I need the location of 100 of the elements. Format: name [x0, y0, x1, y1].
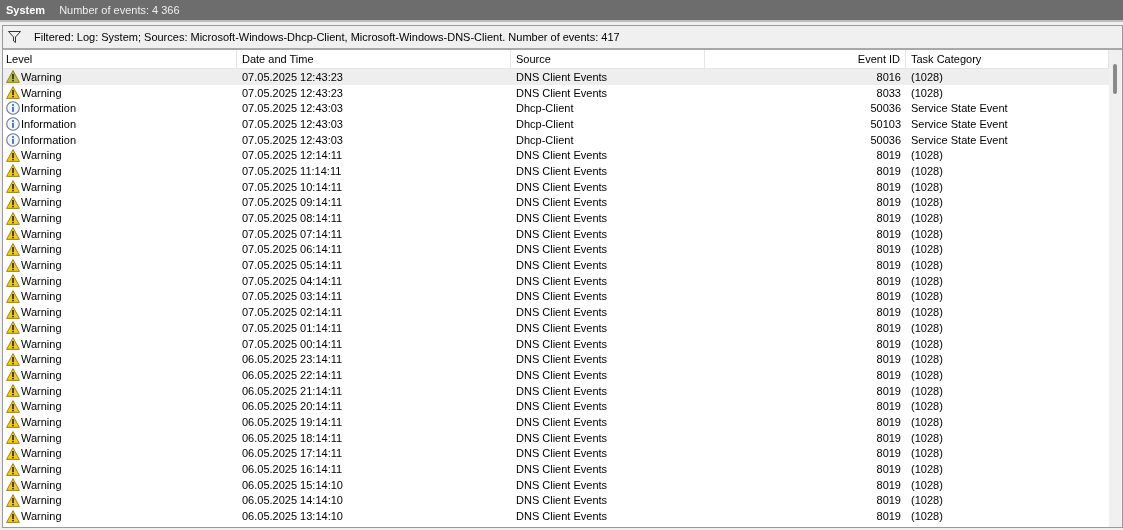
event-row[interactable]: Warning 06.05.2025 17:14:11 DNS Client Events 8019 (1028)	[3, 445, 1109, 462]
column-header[interactable]: Source	[511, 50, 705, 68]
event-row[interactable]: Warning 07.05.2025 06:14:11 DNS Client Events 8019 (1028)	[3, 241, 1109, 258]
source-text: DNS Client Events	[516, 494, 608, 507]
date-text: 06.05.2025 13:14:10	[242, 510, 343, 523]
event-row[interactable]: Warning 07.05.2025 12:43:23 DNS Client Events 8033 (1028)	[3, 84, 1109, 101]
column-header[interactable]: Event ID	[705, 50, 906, 68]
event-row[interactable]: Warning 06.05.2025 22:14:11 DNS Client Events 8019 (1028)	[3, 367, 1109, 383]
event-row[interactable]: Warning 06.05.2025 15:14:10 DNS Client Events 8019 (1028)	[3, 476, 1109, 493]
date-text: 07.05.2025 12:43:03	[242, 117, 343, 130]
task-category-text: (1028)	[911, 337, 943, 350]
source-text: DNS Client Events	[516, 196, 608, 209]
level-text: Information	[21, 133, 77, 146]
warning-icon	[6, 415, 20, 429]
event-row[interactable]: Warning 07.05.2025 08:14:11 DNS Client Events 8019 (1028)	[3, 210, 1109, 226]
event-row[interactable]: Warning 06.05.2025 13:14:10 DNS Client Events 8019 (1028)	[3, 508, 1109, 524]
filter-description: Filtered: Log: System; Sources: Microsoft-Windows-Dhcp-Client, Microsoft-Windows-DNS-Client. Number of events: 417	[34, 31, 620, 43]
source-text: DNS Client Events	[516, 431, 608, 444]
task-category-text: (1028)	[911, 86, 943, 99]
warning-icon	[6, 274, 20, 288]
level-text: Warning	[21, 164, 62, 177]
task-category-text: (1028)	[911, 353, 943, 366]
event-row[interactable]: Warning 07.05.2025 12:14:11 DNS Client Events 8019 (1028)	[3, 147, 1109, 164]
event-id-text: 8019	[876, 431, 901, 444]
task-category-text: (1028)	[911, 196, 943, 209]
task-category-text: (1028)	[911, 384, 943, 397]
date-text: 07.05.2025 12:43:03	[242, 102, 343, 115]
source-text: DNS Client Events	[516, 510, 608, 523]
level-text: Warning	[21, 478, 62, 491]
event-row[interactable]: Warning 07.05.2025 00:14:11 DNS Client Events 8019 (1028)	[3, 335, 1109, 352]
warning-icon	[6, 509, 20, 523]
source-text: DNS Client Events	[516, 353, 608, 366]
event-row[interactable]: Warning 06.05.2025 14:14:10 DNS Client Events 8019 (1028)	[3, 492, 1109, 509]
task-category-text: (1028)	[911, 243, 943, 256]
task-category-text: (1028)	[911, 447, 943, 460]
event-row[interactable]: Warning 07.05.2025 10:14:11 DNS Client Events 8019 (1028)	[3, 178, 1109, 195]
event-row[interactable]: Warning 07.05.2025 12:43:23 DNS Client Events 8016 (1028)	[3, 69, 1109, 85]
event-row[interactable]: Warning 06.05.2025 23:14:11 DNS Client Events 8019 (1028)	[3, 351, 1109, 368]
date-text: 06.05.2025 18:14:11	[242, 431, 343, 444]
event-row[interactable]: Information 07.05.2025 12:43:03 Dhcp-Client 50036 Service State Event	[3, 100, 1109, 117]
event-id-text: 8019	[876, 149, 901, 162]
event-row[interactable]: Warning 07.05.2025 03:14:11 DNS Client Events 8019 (1028)	[3, 288, 1109, 305]
event-id-text: 8019	[876, 227, 901, 240]
date-text: 06.05.2025 17:14:11	[242, 447, 343, 460]
event-row[interactable]: Warning 07.05.2025 07:14:11 DNS Client Events 8019 (1028)	[3, 225, 1109, 242]
event-id-text: 8019	[876, 212, 901, 225]
event-row[interactable]: Warning 06.05.2025 19:14:11 DNS Client Events 8019 (1028)	[3, 414, 1109, 430]
event-row[interactable]: Information 07.05.2025 12:43:03 Dhcp-Client 50036 Service State Event	[3, 131, 1109, 148]
event-row[interactable]: Warning 07.05.2025 01:14:11 DNS Client Events 8019 (1028)	[3, 320, 1109, 336]
scroll-thumb[interactable]	[1113, 64, 1117, 94]
warning-icon	[6, 86, 20, 100]
date-text: 07.05.2025 12:43:03	[242, 133, 343, 146]
source-text: Dhcp-Client	[516, 133, 574, 146]
date-text: 07.05.2025 02:14:11	[242, 306, 343, 319]
warning-icon	[6, 227, 20, 241]
level-text: Warning	[21, 86, 62, 99]
event-id-text: 8019	[876, 337, 901, 350]
level-text: Information	[21, 102, 77, 115]
level-text: Warning	[21, 384, 62, 397]
event-id-text: 8019	[876, 306, 901, 319]
source-text: DNS Client Events	[516, 400, 608, 413]
source-text: DNS Client Events	[516, 384, 608, 397]
event-row[interactable]: Information 07.05.2025 12:43:03 Dhcp-Client 50103 Service State Event	[3, 116, 1109, 132]
date-text: 07.05.2025 09:14:11	[242, 196, 343, 209]
source-text: Dhcp-Client	[516, 102, 574, 115]
level-text: Warning	[21, 70, 62, 83]
level-text: Warning	[21, 353, 62, 366]
info-icon	[6, 101, 20, 116]
event-id-text: 8019	[876, 321, 901, 334]
event-id-text: 8019	[876, 415, 901, 428]
date-text: 07.05.2025 10:14:11	[242, 180, 343, 193]
column-header[interactable]: Level	[3, 50, 237, 68]
event-row[interactable]: Warning 07.05.2025 11:14:11 DNS Client Events 8019 (1028)	[3, 163, 1109, 179]
event-row[interactable]: Warning 06.05.2025 21:14:11 DNS Client Events 8019 (1028)	[3, 382, 1109, 399]
event-row[interactable]: Warning 06.05.2025 20:14:11 DNS Client Events 8019 (1028)	[3, 398, 1109, 415]
event-row[interactable]: Warning 06.05.2025 18:14:11 DNS Client Events 8019 (1028)	[3, 429, 1109, 446]
warning-icon	[6, 368, 20, 382]
event-id-text: 8019	[876, 290, 901, 303]
warning-icon	[6, 70, 20, 84]
level-text: Warning	[21, 274, 62, 287]
warning-icon	[6, 384, 20, 398]
event-id-text: 8019	[876, 510, 901, 523]
column-header[interactable]: Date and Time	[237, 50, 511, 68]
warning-icon	[6, 242, 20, 256]
event-id-text: 8019	[876, 494, 901, 507]
source-text: DNS Client Events	[516, 415, 608, 428]
event-id-text: 8019	[876, 447, 901, 460]
event-id-text: 8019	[876, 368, 901, 381]
date-text: 06.05.2025 14:14:10	[242, 494, 343, 507]
scrollbar[interactable]	[1109, 50, 1122, 527]
event-row[interactable]: Warning 07.05.2025 04:14:11 DNS Client Events 8019 (1028)	[3, 272, 1109, 289]
task-category-text: (1028)	[911, 164, 943, 177]
event-id-text: 50036	[870, 133, 901, 146]
date-text: 07.05.2025 06:14:11	[242, 243, 343, 256]
event-row[interactable]: Warning 07.05.2025 09:14:11 DNS Client Events 8019 (1028)	[3, 194, 1109, 211]
event-row[interactable]: Warning 06.05.2025 16:14:11 DNS Client Events 8019 (1028)	[3, 461, 1109, 477]
task-category-text: (1028)	[911, 274, 943, 287]
event-id-text: 8019	[876, 259, 901, 272]
event-row[interactable]: Warning 07.05.2025 02:14:11 DNS Client Events 8019 (1028)	[3, 304, 1109, 320]
event-row[interactable]: Warning 07.05.2025 05:14:11 DNS Client Events 8019 (1028)	[3, 257, 1109, 273]
